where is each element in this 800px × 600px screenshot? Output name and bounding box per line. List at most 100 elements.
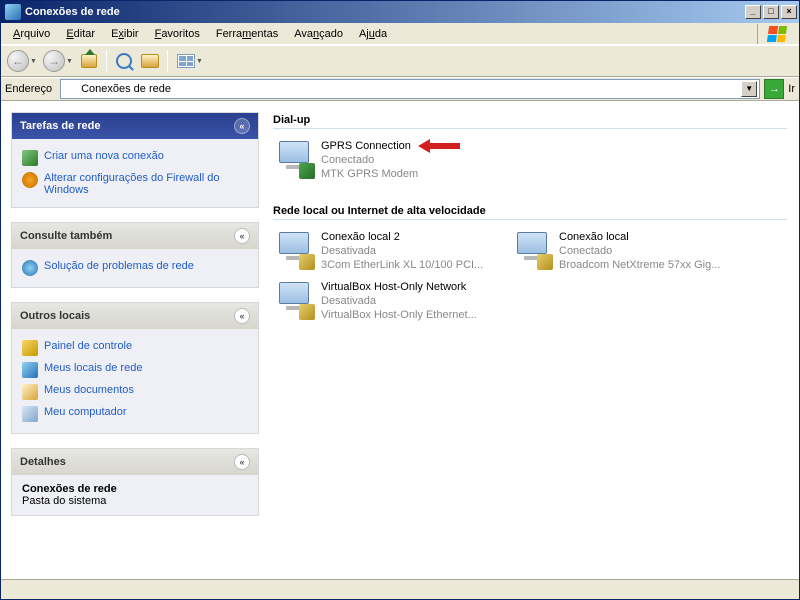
connection-name: VirtualBox Host-Only Network <box>321 280 477 294</box>
window-title: Conexões de rede <box>25 6 120 18</box>
views-icon <box>177 54 195 68</box>
dialup-connection-icon <box>275 139 315 179</box>
panel-header-details[interactable]: Detalhes « <box>12 449 258 475</box>
lan-connection-icon <box>513 230 553 270</box>
lan-connection-icon <box>275 280 315 320</box>
toolbar-separator <box>167 50 168 72</box>
address-input[interactable]: Conexões de rede ▼ <box>60 79 760 99</box>
panel-network-tasks: Tarefas de rede « Criar uma nova conexão… <box>11 112 259 208</box>
task-pane: Tarefas de rede « Criar uma nova conexão… <box>1 102 269 579</box>
task-label: Alterar configurações do Firewall do Win… <box>44 172 248 196</box>
back-button[interactable]: ←▼ <box>5 49 39 73</box>
panel-other-places: Outros locais « Painel de controle Meus … <box>11 302 259 434</box>
folders-button[interactable] <box>138 49 162 73</box>
lan-connection-icon <box>275 230 315 270</box>
annotation-arrow-icon <box>418 139 464 153</box>
collapse-icon: « <box>234 228 250 244</box>
info-icon <box>22 260 38 276</box>
menubar: AArquivorquivo EditarEditar ExibirExibir… <box>1 23 799 45</box>
firewall-icon <box>22 172 38 188</box>
connection-device: MTK GPRS Modem <box>321 167 464 181</box>
toolbar: ←▼ →▼ ▼ <box>1 45 799 77</box>
collapse-icon: « <box>234 308 250 324</box>
task-label: Painel de controle <box>44 340 132 352</box>
panel-header-network-tasks[interactable]: Tarefas de rede « <box>12 113 258 139</box>
menu-avancado[interactable]: AvançadoAvançado <box>286 26 351 42</box>
throbber-logo <box>757 24 795 44</box>
connection-name: GPRS Connection <box>321 139 464 153</box>
address-value: Conexões de rede <box>81 83 737 95</box>
search-button[interactable] <box>112 49 136 73</box>
menu-ferramentas[interactable]: FerramentasFerramentas <box>208 26 286 42</box>
group-dialup: Dial-up <box>273 110 787 129</box>
menu-arquivo[interactable]: AArquivorquivo <box>5 26 58 42</box>
windows-flag-icon <box>766 26 786 42</box>
link-my-computer[interactable]: Meu computador <box>22 403 248 425</box>
task-label: Meus locais de rede <box>44 362 142 374</box>
menu-exibir[interactable]: ExibirExibir <box>103 26 147 42</box>
new-connection-icon <box>22 150 38 166</box>
link-my-documents[interactable]: Meus documentos <box>22 381 248 403</box>
address-dropdown-button[interactable]: ▼ <box>741 81 757 97</box>
close-button[interactable]: × <box>781 5 797 19</box>
connection-gprs[interactable]: GPRS Connection Conectado MTK GPRS Modem <box>273 137 503 183</box>
views-button[interactable]: ▼ <box>173 49 207 73</box>
panel-header-other-places[interactable]: Outros locais « <box>12 303 258 329</box>
address-label: Endereço <box>5 83 56 95</box>
up-folder-icon <box>81 54 97 68</box>
panel-details: Detalhes « Conexões de rede Pasta do sis… <box>11 448 259 516</box>
group-lan: Rede local ou Internet de alta velocidad… <box>273 201 787 220</box>
connection-virtualbox[interactable]: VirtualBox Host-Only Network Desativada … <box>273 278 503 324</box>
folders-icon <box>141 54 159 68</box>
task-new-connection[interactable]: Criar uma nova conexão <box>22 147 248 169</box>
connection-status: Desativada <box>321 294 477 308</box>
panel-title: Tarefas de rede <box>20 120 101 132</box>
maximize-button[interactable]: □ <box>763 5 779 19</box>
network-places-icon <box>22 362 38 378</box>
network-connections-icon <box>5 4 21 20</box>
up-button[interactable] <box>77 49 101 73</box>
forward-button[interactable]: →▼ <box>41 49 75 73</box>
menu-favoritos[interactable]: FavoritosFavoritos <box>147 26 208 42</box>
task-label: Solução de problemas de rede <box>44 260 194 272</box>
link-network-places[interactable]: Meus locais de rede <box>22 359 248 381</box>
collapse-icon: « <box>234 118 250 134</box>
content-area: Tarefas de rede « Criar uma nova conexão… <box>1 101 799 579</box>
menu-arquivo-label: Arquivorquivo <box>20 28 50 40</box>
panel-title: Detalhes <box>20 456 66 468</box>
go-button[interactable]: → <box>764 79 784 99</box>
panel-title: Outros locais <box>20 310 90 322</box>
task-label: Meu computador <box>44 406 127 418</box>
connection-name: Conexão local 2 <box>321 230 483 244</box>
menu-ajuda[interactable]: AjudaAjuda <box>351 26 395 42</box>
task-label: Criar uma nova conexão <box>44 150 164 162</box>
network-connections-icon <box>63 82 77 96</box>
panel-see-also: Consulte também « Solução de problemas d… <box>11 222 259 288</box>
connection-device: 3Com EtherLink XL 10/100 PCI... <box>321 258 483 272</box>
statusbar <box>1 579 799 599</box>
minimize-button[interactable]: _ <box>745 5 761 19</box>
connections-list: Dial-up GPRS Connection Conectado MTK GP… <box>269 102 799 579</box>
connection-status: Desativada <box>321 244 483 258</box>
computer-icon <box>22 406 38 422</box>
task-firewall-settings[interactable]: Alterar configurações do Firewall do Win… <box>22 169 248 199</box>
details-type: Pasta do sistema <box>22 495 248 507</box>
search-icon <box>116 53 132 69</box>
link-control-panel[interactable]: Painel de controle <box>22 337 248 359</box>
toolbar-separator <box>106 50 107 72</box>
connection-device: Broadcom NetXtreme 57xx Gig... <box>559 258 720 272</box>
connection-local[interactable]: Conexão local Conectado Broadcom NetXtre… <box>511 228 741 274</box>
panel-title: Consulte também <box>20 230 112 242</box>
task-troubleshoot[interactable]: Solução de problemas de rede <box>22 257 248 279</box>
titlebar[interactable]: Conexões de rede _ □ × <box>1 1 799 23</box>
control-panel-icon <box>22 340 38 356</box>
task-label: Meus documentos <box>44 384 134 396</box>
connection-local2[interactable]: Conexão local 2 Desativada 3Com EtherLin… <box>273 228 503 274</box>
menu-editar[interactable]: EditarEditar <box>58 26 103 42</box>
connection-name: Conexão local <box>559 230 720 244</box>
explorer-window: Conexões de rede _ □ × AArquivorquivo Ed… <box>0 0 800 600</box>
go-label: Ir <box>788 83 795 95</box>
collapse-icon: « <box>234 454 250 470</box>
connection-device: VirtualBox Host-Only Ethernet... <box>321 308 477 322</box>
panel-header-see-also[interactable]: Consulte também « <box>12 223 258 249</box>
